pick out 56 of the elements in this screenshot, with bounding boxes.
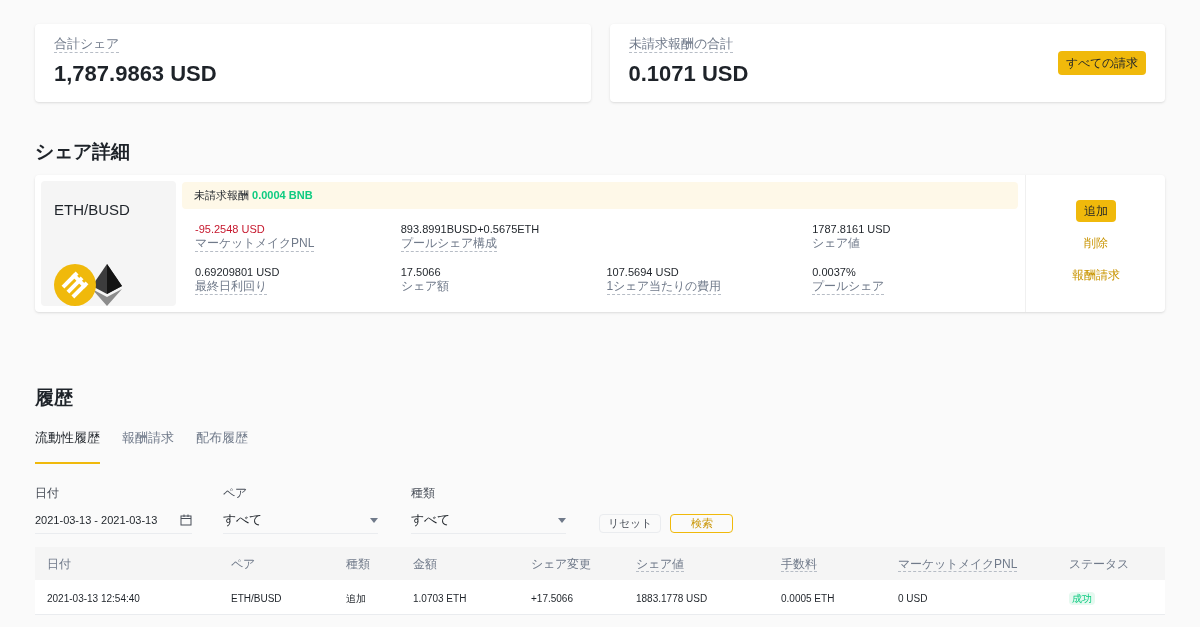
filter-label: 日付 bbox=[35, 484, 60, 502]
filter-label: ペア bbox=[223, 484, 248, 502]
tab[interactable]: 報酬請求 bbox=[122, 428, 174, 464]
table-cell: 1.0703 ETH bbox=[413, 592, 467, 604]
column-header: 金額 bbox=[413, 557, 437, 571]
table-cell: 1883.1778 USD bbox=[636, 592, 708, 604]
calendar-icon bbox=[180, 514, 192, 526]
stat-value: 1787.8161 USD bbox=[812, 221, 891, 236]
column-header: シェア値 bbox=[636, 557, 684, 572]
stat-value: -95.2548 USD bbox=[195, 221, 265, 236]
stat-label: シェア額 bbox=[400, 278, 449, 294]
stat-value: 0.0037% bbox=[812, 264, 856, 279]
section-title: シェア詳細 bbox=[35, 140, 131, 164]
column-header: ペア bbox=[231, 557, 255, 571]
stat-label: シェア値 bbox=[812, 235, 861, 251]
summary-label: 未請求報酬の合計 bbox=[628, 36, 733, 53]
stat-value: 893.8991BUSD+0.5675ETH bbox=[400, 221, 540, 236]
stat-label: プールシェア bbox=[812, 278, 885, 295]
table-cell: 0 USD bbox=[898, 592, 928, 604]
caret-icon bbox=[370, 517, 378, 523]
caret-icon bbox=[558, 517, 566, 523]
reward-text: 未請求報酬 0.0004 BNB bbox=[194, 187, 313, 203]
select-field[interactable]: すべて bbox=[411, 507, 566, 534]
table-cell: 0.0005 ETH bbox=[781, 592, 835, 604]
stat-value: 107.5694 USD bbox=[606, 264, 679, 279]
column-header: 手数料 bbox=[781, 557, 817, 572]
table-cell: 追加 bbox=[346, 592, 366, 604]
column-header: シェア変更 bbox=[531, 557, 591, 571]
tab[interactable]: 流動性履歴 bbox=[35, 428, 100, 464]
stat-label: 最終日利回り bbox=[195, 278, 267, 295]
diamond-coin-icon bbox=[92, 263, 122, 306]
stat-value: 0.69209801 USD bbox=[195, 264, 280, 279]
table-cell: ETH/BUSD bbox=[231, 592, 282, 604]
select-field[interactable]: すべて bbox=[223, 507, 378, 534]
claim-all-button[interactable]: すべての請求 bbox=[1058, 51, 1146, 75]
section-title: 履歴 bbox=[35, 385, 74, 410]
tab[interactable]: 配布履歴 bbox=[196, 428, 248, 464]
filter-label: 種類 bbox=[411, 484, 436, 502]
table-cell: +17.5066 bbox=[531, 592, 573, 604]
date-range-field[interactable]: 2021-03-13 - 2021-03-13 bbox=[35, 507, 192, 534]
reset-button[interactable]: リセット bbox=[599, 513, 661, 533]
column-header: マーケットメイクPNL bbox=[898, 557, 1018, 572]
stat-label: 1シェア当たりの費用 bbox=[606, 278, 722, 295]
stat-value: 17.5066 bbox=[400, 264, 441, 279]
stat-label: マーケットメイクPNL bbox=[195, 235, 315, 252]
summary-label: 合計シェア bbox=[54, 36, 119, 53]
pair-name: ETH/BUSD bbox=[54, 199, 131, 220]
column-header: 種類 bbox=[346, 557, 370, 571]
column-header: ステータス bbox=[1069, 557, 1129, 571]
table-cell: 2021-03-13 12:54:40 bbox=[47, 592, 140, 604]
summary-value: 0.1071 USD bbox=[628, 60, 749, 88]
summary-value: 1,787.9863 USD bbox=[54, 60, 217, 88]
status-badge: 成功 bbox=[1069, 591, 1095, 605]
add-button[interactable]: 追加 bbox=[1075, 200, 1116, 222]
stat-label: プールシェア構成 bbox=[400, 235, 497, 252]
column-header: 日付 bbox=[47, 557, 71, 571]
